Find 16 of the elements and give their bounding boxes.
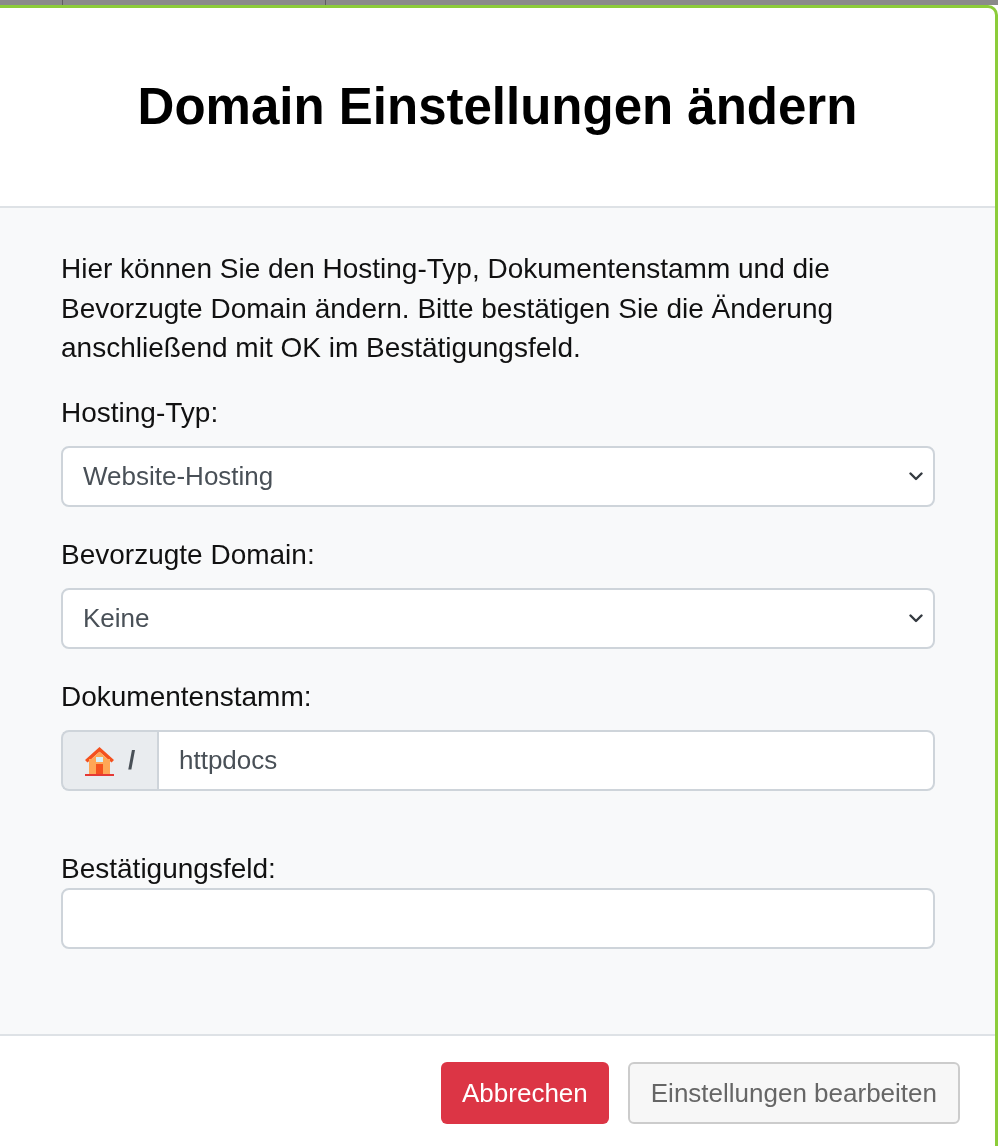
confirmation-input[interactable]	[61, 887, 935, 949]
submit-button[interactable]: Einstellungen bearbeiten	[627, 1062, 960, 1124]
house-icon	[83, 744, 116, 776]
chevron-down-icon	[909, 471, 923, 481]
path-separator: /	[128, 744, 136, 776]
field-label: Bestätigungsfeld:	[61, 851, 277, 886]
dialog-title: Domain Einstellungen ändern	[137, 77, 858, 137]
field-label: Dokumentenstamm:	[61, 679, 313, 714]
path-input[interactable]: httpdocs	[157, 729, 935, 791]
field-label: Hosting-Typ:	[61, 395, 220, 430]
cancel-button[interactable]: Abbrechen	[441, 1062, 609, 1124]
intro-text: Hier können Sie den Hosting-Typ, Dokumentenstamm und die Bevorzugte Domain ändern. Bitte bestätigen Sie die Änderung anschließend mit OK im Bestätigungsfeld.	[61, 252, 835, 365]
dropdown-select[interactable]: Keine	[61, 587, 935, 649]
dropdown-select[interactable]: Website-Hosting	[61, 445, 935, 507]
field-label: Bevorzugte Domain:	[61, 537, 316, 572]
chevron-down-icon	[909, 613, 923, 623]
